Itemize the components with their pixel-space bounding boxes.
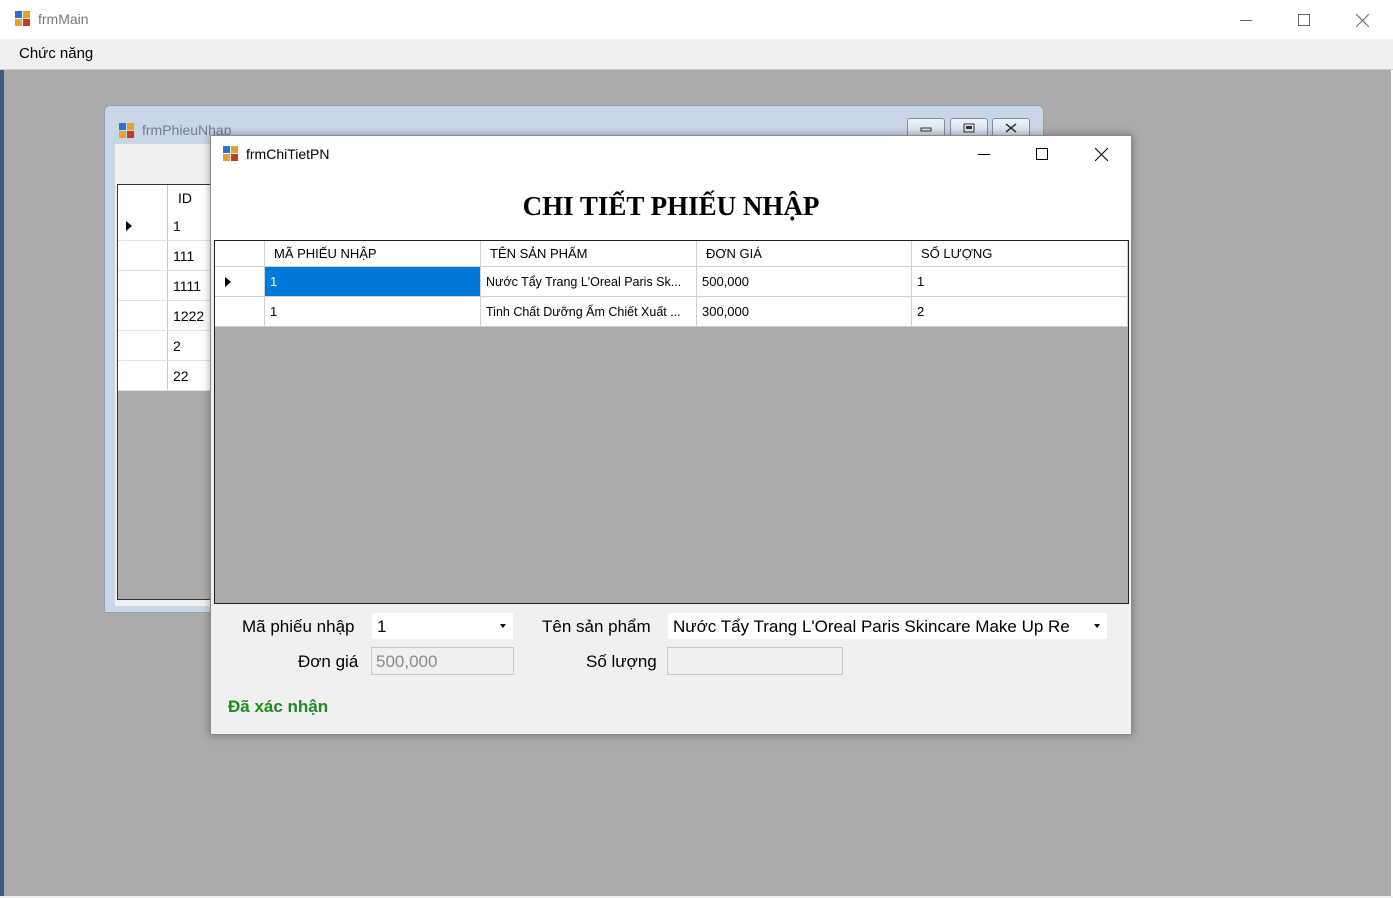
main-title-bar: frmMain [0,0,1393,39]
row-header[interactable] [118,241,168,270]
column-header-so-luong[interactable]: SỐ LƯỢNG [912,241,1128,267]
table-row[interactable]: 1 Tinh Chất Dưỡng Ẩm Chiết Xuất ... 300,… [215,297,1128,327]
ten-san-pham-label: Tên sản phẩm [542,617,651,636]
chevron-down-icon[interactable] [493,613,513,639]
phieu-nhap-grid[interactable]: ID 1 111 1111 1222 2 22 [117,184,213,600]
grid-cell-don-gia[interactable]: 300,000 [697,297,912,327]
close-icon [1005,123,1017,133]
row-header[interactable] [118,361,168,390]
chevron-down-icon[interactable] [1087,613,1107,639]
grid-cell-id[interactable]: 1111 [173,278,201,294]
restore-icon [963,123,975,133]
chi-tiet-title-bar: frmChiTietPN [211,136,1131,174]
close-button[interactable] [1339,5,1385,35]
table-row[interactable]: 1222 [118,301,212,331]
column-header-ten-san-pham[interactable]: TÊN SẢN PHẨM [481,241,697,267]
row-header[interactable] [118,301,168,330]
row-header[interactable] [118,271,168,300]
page-title: CHI TIẾT PHIẾU NHẬP [522,191,820,221]
so-luong-label: Số lượng [586,652,657,671]
grid-cell-ten-san-pham[interactable]: Tinh Chất Dưỡng Ẩm Chiết Xuất ... [481,297,697,327]
status-label: Đã xác nhận [228,697,329,716]
minimize-icon [1240,20,1252,21]
menu-item-chuc-nang[interactable]: Chức năng [19,45,93,62]
chi-tiet-close-button[interactable] [1078,139,1124,169]
maximize-icon [1036,148,1048,160]
minimize-icon [920,127,932,132]
main-window-title: frmMain [38,11,89,27]
grid-cell-so-luong[interactable]: 1 [912,267,1128,297]
grid-header: MÃ PHIẾU NHẬP TÊN SẢN PHẨM ĐƠN GIÁ SỐ LƯ… [215,241,1128,267]
grid-cell-so-luong[interactable]: 2 [912,297,1128,327]
grid-cell-ma-phieu-nhap[interactable]: 1 [265,267,481,297]
so-luong-field[interactable] [667,647,843,675]
close-icon [1094,147,1108,161]
ten-san-pham-combobox[interactable]: Nước Tẩy Trang L'Oreal Paris Skincare Ma… [667,612,1108,640]
grid-cell-id[interactable]: 22 [173,368,189,384]
minimize-button[interactable] [1223,5,1269,35]
grid-cell-don-gia[interactable]: 500,000 [697,267,912,297]
table-row[interactable]: 1 Nước Tẩy Trang L'Oreal Paris Sk... 500… [215,267,1128,297]
column-header-don-gia[interactable]: ĐƠN GIÁ [697,241,912,267]
ma-phieu-nhap-combobox[interactable]: 1 [371,612,514,640]
app-icon [15,11,31,27]
column-header-id[interactable]: ID [178,190,192,206]
table-row[interactable]: 1 [118,211,212,241]
don-gia-label: Đơn giá [298,652,359,671]
row-header[interactable] [118,331,168,360]
table-row[interactable]: 22 [118,361,212,391]
don-gia-value: 500,000 [376,652,438,671]
close-icon [1355,13,1369,27]
grid-cell-id[interactable]: 111 [173,248,194,264]
ten-san-pham-value: Nước Tẩy Trang L'Oreal Paris Skincare Ma… [673,617,1070,636]
chi-tiet-window[interactable]: frmChiTietPN CHI TIẾT PHIẾU NHẬP MÃ PHIẾ… [210,135,1132,735]
heading-area: CHI TIẾT PHIẾU NHẬP [211,174,1131,240]
current-row-icon [126,221,132,231]
chi-tiet-maximize-button[interactable] [1019,139,1065,169]
chi-tiet-grid[interactable]: MÃ PHIẾU NHẬP TÊN SẢN PHẨM ĐƠN GIÁ SỐ LƯ… [214,240,1129,604]
grid-cell-ma-phieu-nhap[interactable]: 1 [265,297,481,327]
menu-bar: Chức năng [0,39,1393,70]
maximize-icon [1298,14,1310,26]
app-icon [223,146,239,162]
column-header-ma-phieu-nhap[interactable]: MÃ PHIẾU NHẬP [265,241,481,267]
maximize-button[interactable] [1281,5,1327,35]
grid-header: ID [118,185,212,212]
row-header[interactable] [118,211,168,240]
chi-tiet-window-title: frmChiTietPN [246,146,330,162]
row-header[interactable] [215,267,265,297]
don-gia-field[interactable]: 500,000 [371,647,514,675]
table-row[interactable]: 111 [118,241,212,271]
grid-cell-id[interactable]: 1 [173,218,181,234]
row-header-column [215,241,265,267]
ma-phieu-nhap-label: Mã phiếu nhập [242,617,355,636]
row-header-column [118,185,168,211]
chi-tiet-minimize-button[interactable] [961,139,1007,169]
grid-cell-id[interactable]: 2 [173,338,181,354]
grid-cell-ten-san-pham[interactable]: Nước Tẩy Trang L'Oreal Paris Sk... [481,267,697,297]
ma-phieu-nhap-value: 1 [377,617,387,636]
current-row-icon [225,276,231,287]
row-header[interactable] [215,297,265,327]
grid-cell-id[interactable]: 1222 [173,308,204,324]
table-row[interactable]: 1111 [118,271,212,301]
minimize-icon [978,154,990,155]
app-icon [119,123,135,139]
table-row[interactable]: 2 [118,331,212,361]
